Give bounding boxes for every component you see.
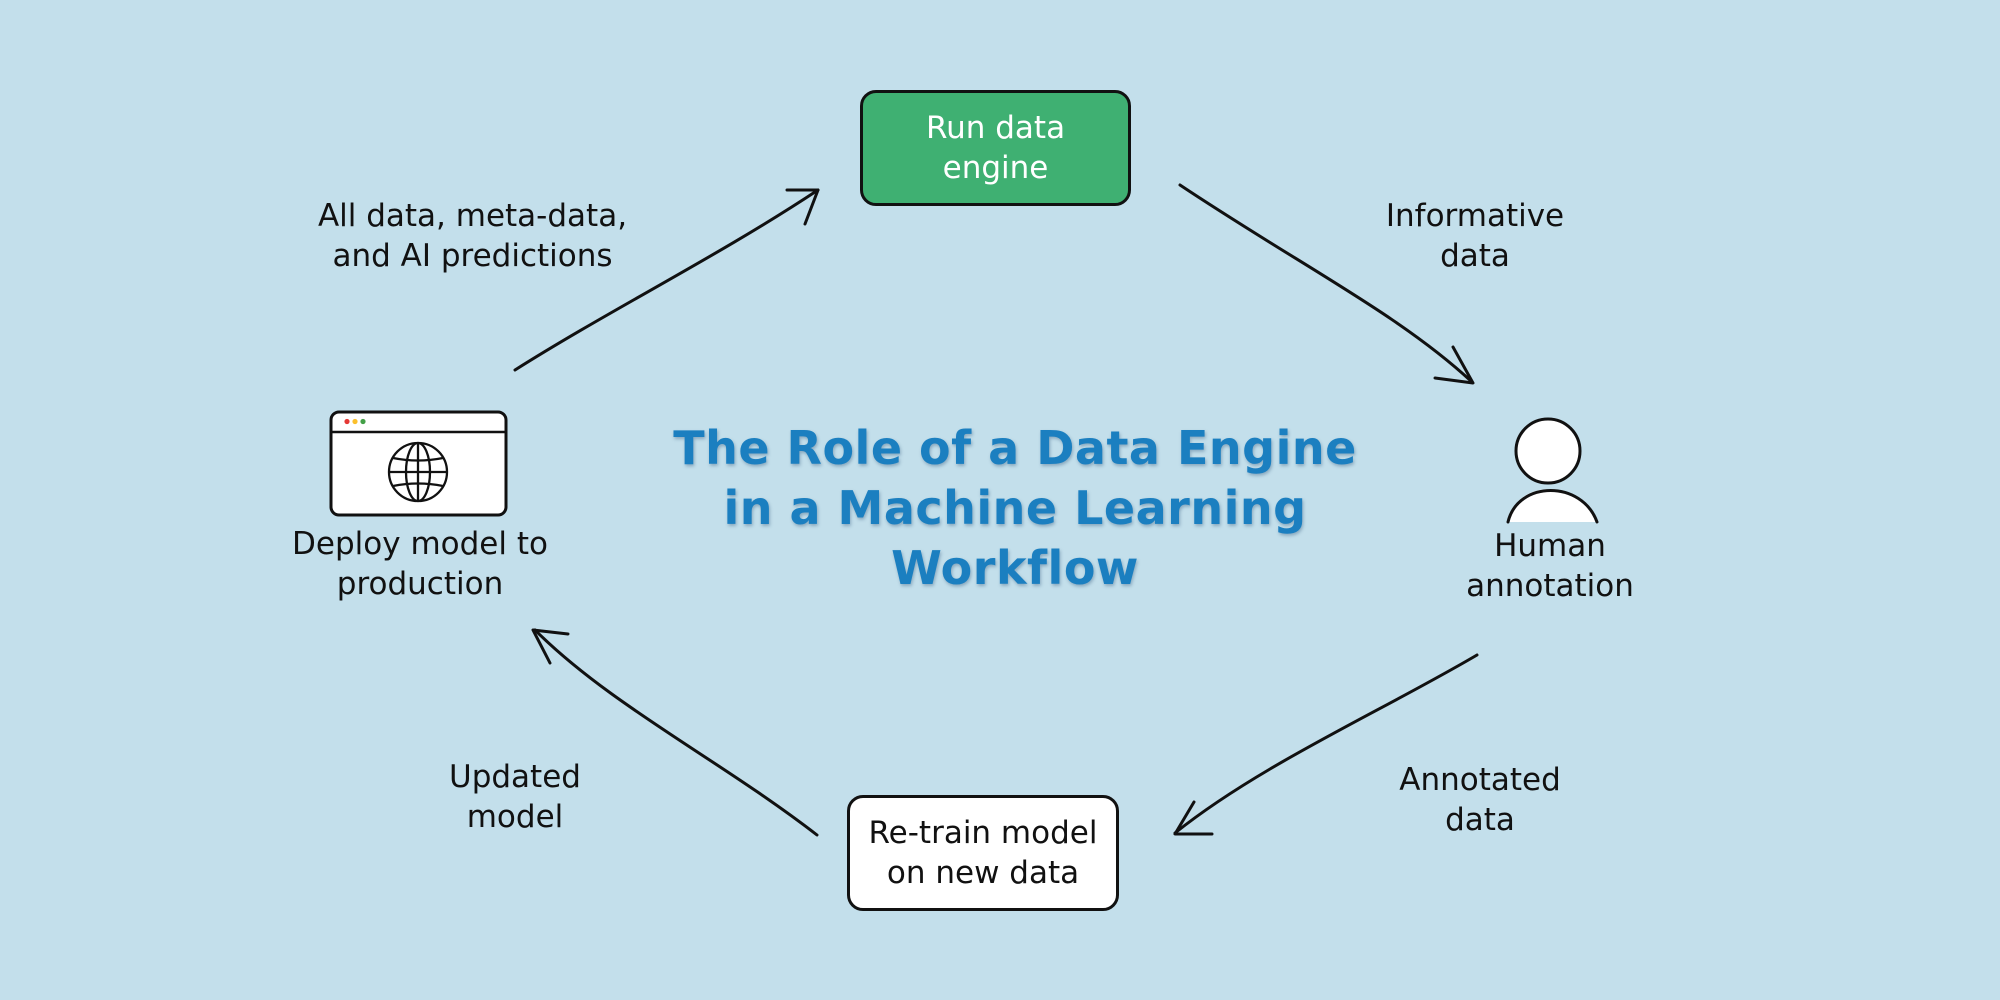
edge-label-updated-model: Updated model (449, 759, 581, 835)
node-retrain-model: Re-train model on new data (847, 795, 1119, 911)
node-human-annotation-label: Human annotation (1466, 528, 1634, 604)
diagram-title: The Role of a Data Engine in a Machine L… (673, 421, 1357, 595)
edge-label-annotated-data: Annotated data (1399, 762, 1561, 838)
person-icon (1506, 417, 1599, 524)
edge-label-informative-data: Informative data (1385, 198, 1565, 274)
node-deploy-model-label: Deploy model to production (292, 526, 548, 602)
browser-globe-icon (329, 410, 508, 517)
node-run-data-engine: Run data engine (860, 90, 1131, 206)
edge-label-all-data: All data, meta-data, and AI predictions (317, 198, 628, 274)
